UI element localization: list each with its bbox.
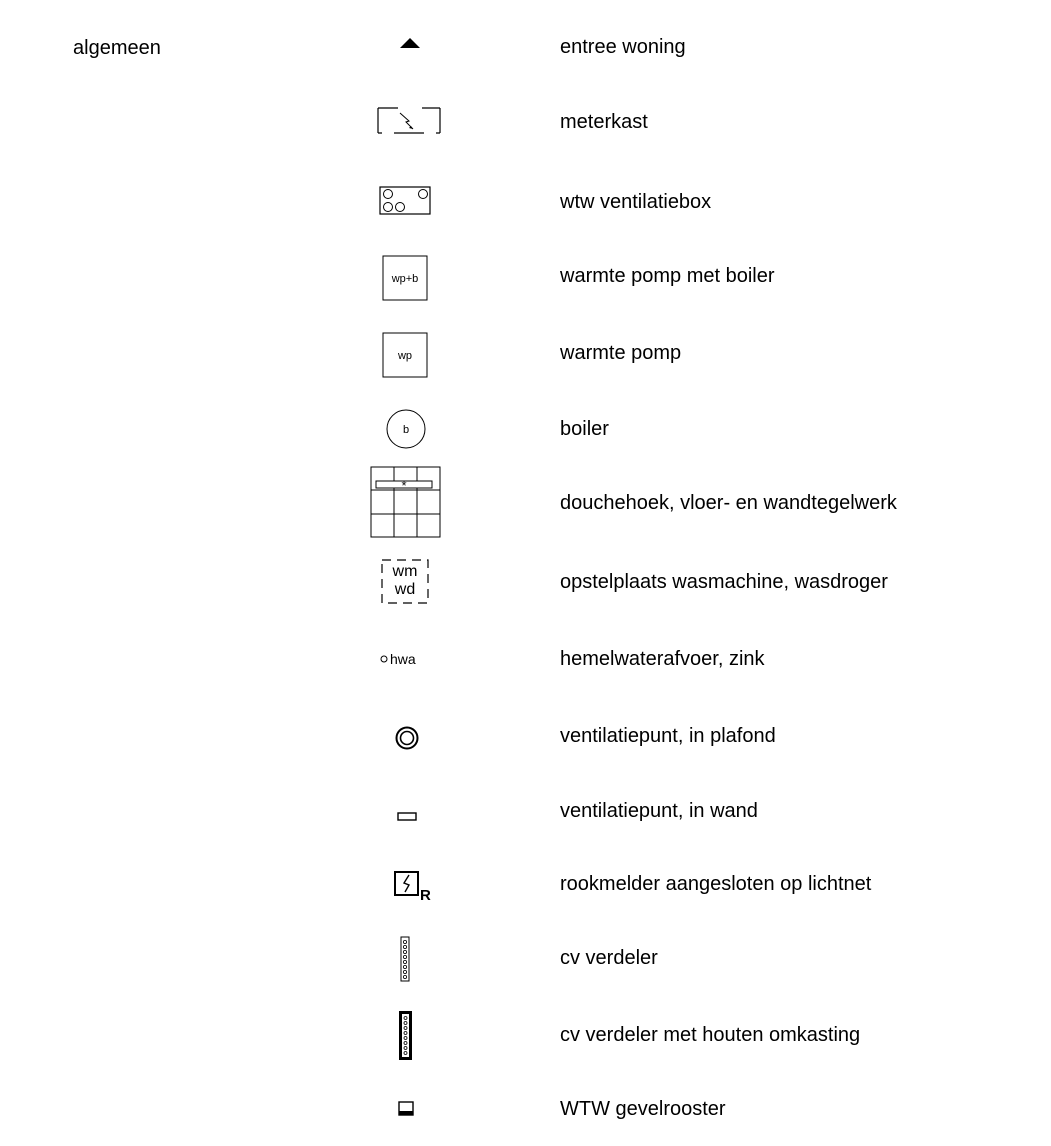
cv-manifold-icon: [340, 936, 480, 982]
legend-row: ventilatiepunt, in plafond: [0, 716, 1051, 756]
legend-row: * douchehoek, vloer- en wandtegelwerk: [0, 466, 1051, 538]
washing-machine-spot-icon: wm wd: [340, 559, 480, 604]
icon-text: R: [420, 887, 431, 904]
legend-row: meterkast: [0, 102, 1051, 142]
legend-row: wm wd opstelplaats wasmachine, wasdroger: [0, 559, 1051, 604]
legend-row: entree woning: [0, 27, 1051, 67]
legend-row: wtw ventilatiebox: [0, 182, 1051, 222]
icon-text: b: [403, 424, 409, 436]
wall-vent-icon: [340, 791, 480, 831]
legend-label: warmte pomp: [560, 342, 682, 364]
legend-label: boiler: [560, 418, 609, 440]
legend-label: meterkast: [560, 111, 648, 133]
legend-label: cv verdeler met houten omkasting: [560, 1024, 861, 1046]
legend-row: cv verdeler met houten omkasting: [0, 1011, 1051, 1060]
entrance-triangle-icon: [340, 27, 480, 67]
legend-label: hemelwaterafvoer, zink: [560, 648, 765, 670]
legend-label: entree woning: [560, 36, 686, 58]
legend-row: cv verdeler: [0, 936, 1051, 982]
icon-text: wd: [394, 581, 415, 598]
legend-label: ventilatiepunt, in wand: [560, 800, 758, 822]
legend-row: b boiler: [0, 409, 1051, 449]
icon-text: hwa: [390, 651, 416, 667]
legend-label: douchehoek, vloer- en wandtegelwerk: [560, 492, 897, 514]
cv-manifold-cased-icon: [340, 1011, 480, 1060]
icon-text: wp+b: [391, 273, 419, 285]
icon-text: wm: [392, 563, 418, 580]
legend-row: ventilatiepunt, in wand: [0, 791, 1051, 831]
ceiling-vent-icon: [340, 716, 480, 756]
legend-label: warmte pomp met boiler: [560, 265, 775, 287]
legend-label: rookmelder aangesloten op lichtnet: [560, 873, 872, 895]
legend-row: hwa hemelwaterafvoer, zink: [0, 639, 1051, 679]
heat-pump-boiler-icon: wp+b: [340, 255, 480, 301]
legend-row: wp+b warmte pomp met boiler: [0, 255, 1051, 301]
legend-label: opstelplaats wasmachine, wasdroger: [560, 571, 888, 593]
heat-pump-icon: wp: [340, 332, 480, 378]
legend-row: R rookmelder aangesloten op lichtnet: [0, 864, 1051, 904]
legend-label: cv verdeler: [560, 947, 658, 969]
legend-label: wtw ventilatiebox: [560, 191, 712, 213]
shower-tiles-icon: *: [340, 466, 480, 538]
legend-label: WTW gevelrooster: [560, 1098, 726, 1120]
svg-text:*: *: [401, 478, 406, 493]
facade-grille-icon: [340, 1089, 480, 1129]
legend-row: wp warmte pomp: [0, 332, 1051, 378]
legend-label: ventilatiepunt, in plafond: [560, 725, 776, 747]
rainwater-drain-icon: hwa: [340, 639, 480, 679]
icon-text: wp: [397, 350, 412, 362]
meter-cabinet-icon: [340, 102, 480, 142]
smoke-detector-icon: R: [340, 864, 480, 904]
legend-row: WTW gevelrooster: [0, 1089, 1051, 1129]
ventilation-box-icon: [340, 182, 480, 222]
boiler-icon: b: [340, 409, 480, 449]
